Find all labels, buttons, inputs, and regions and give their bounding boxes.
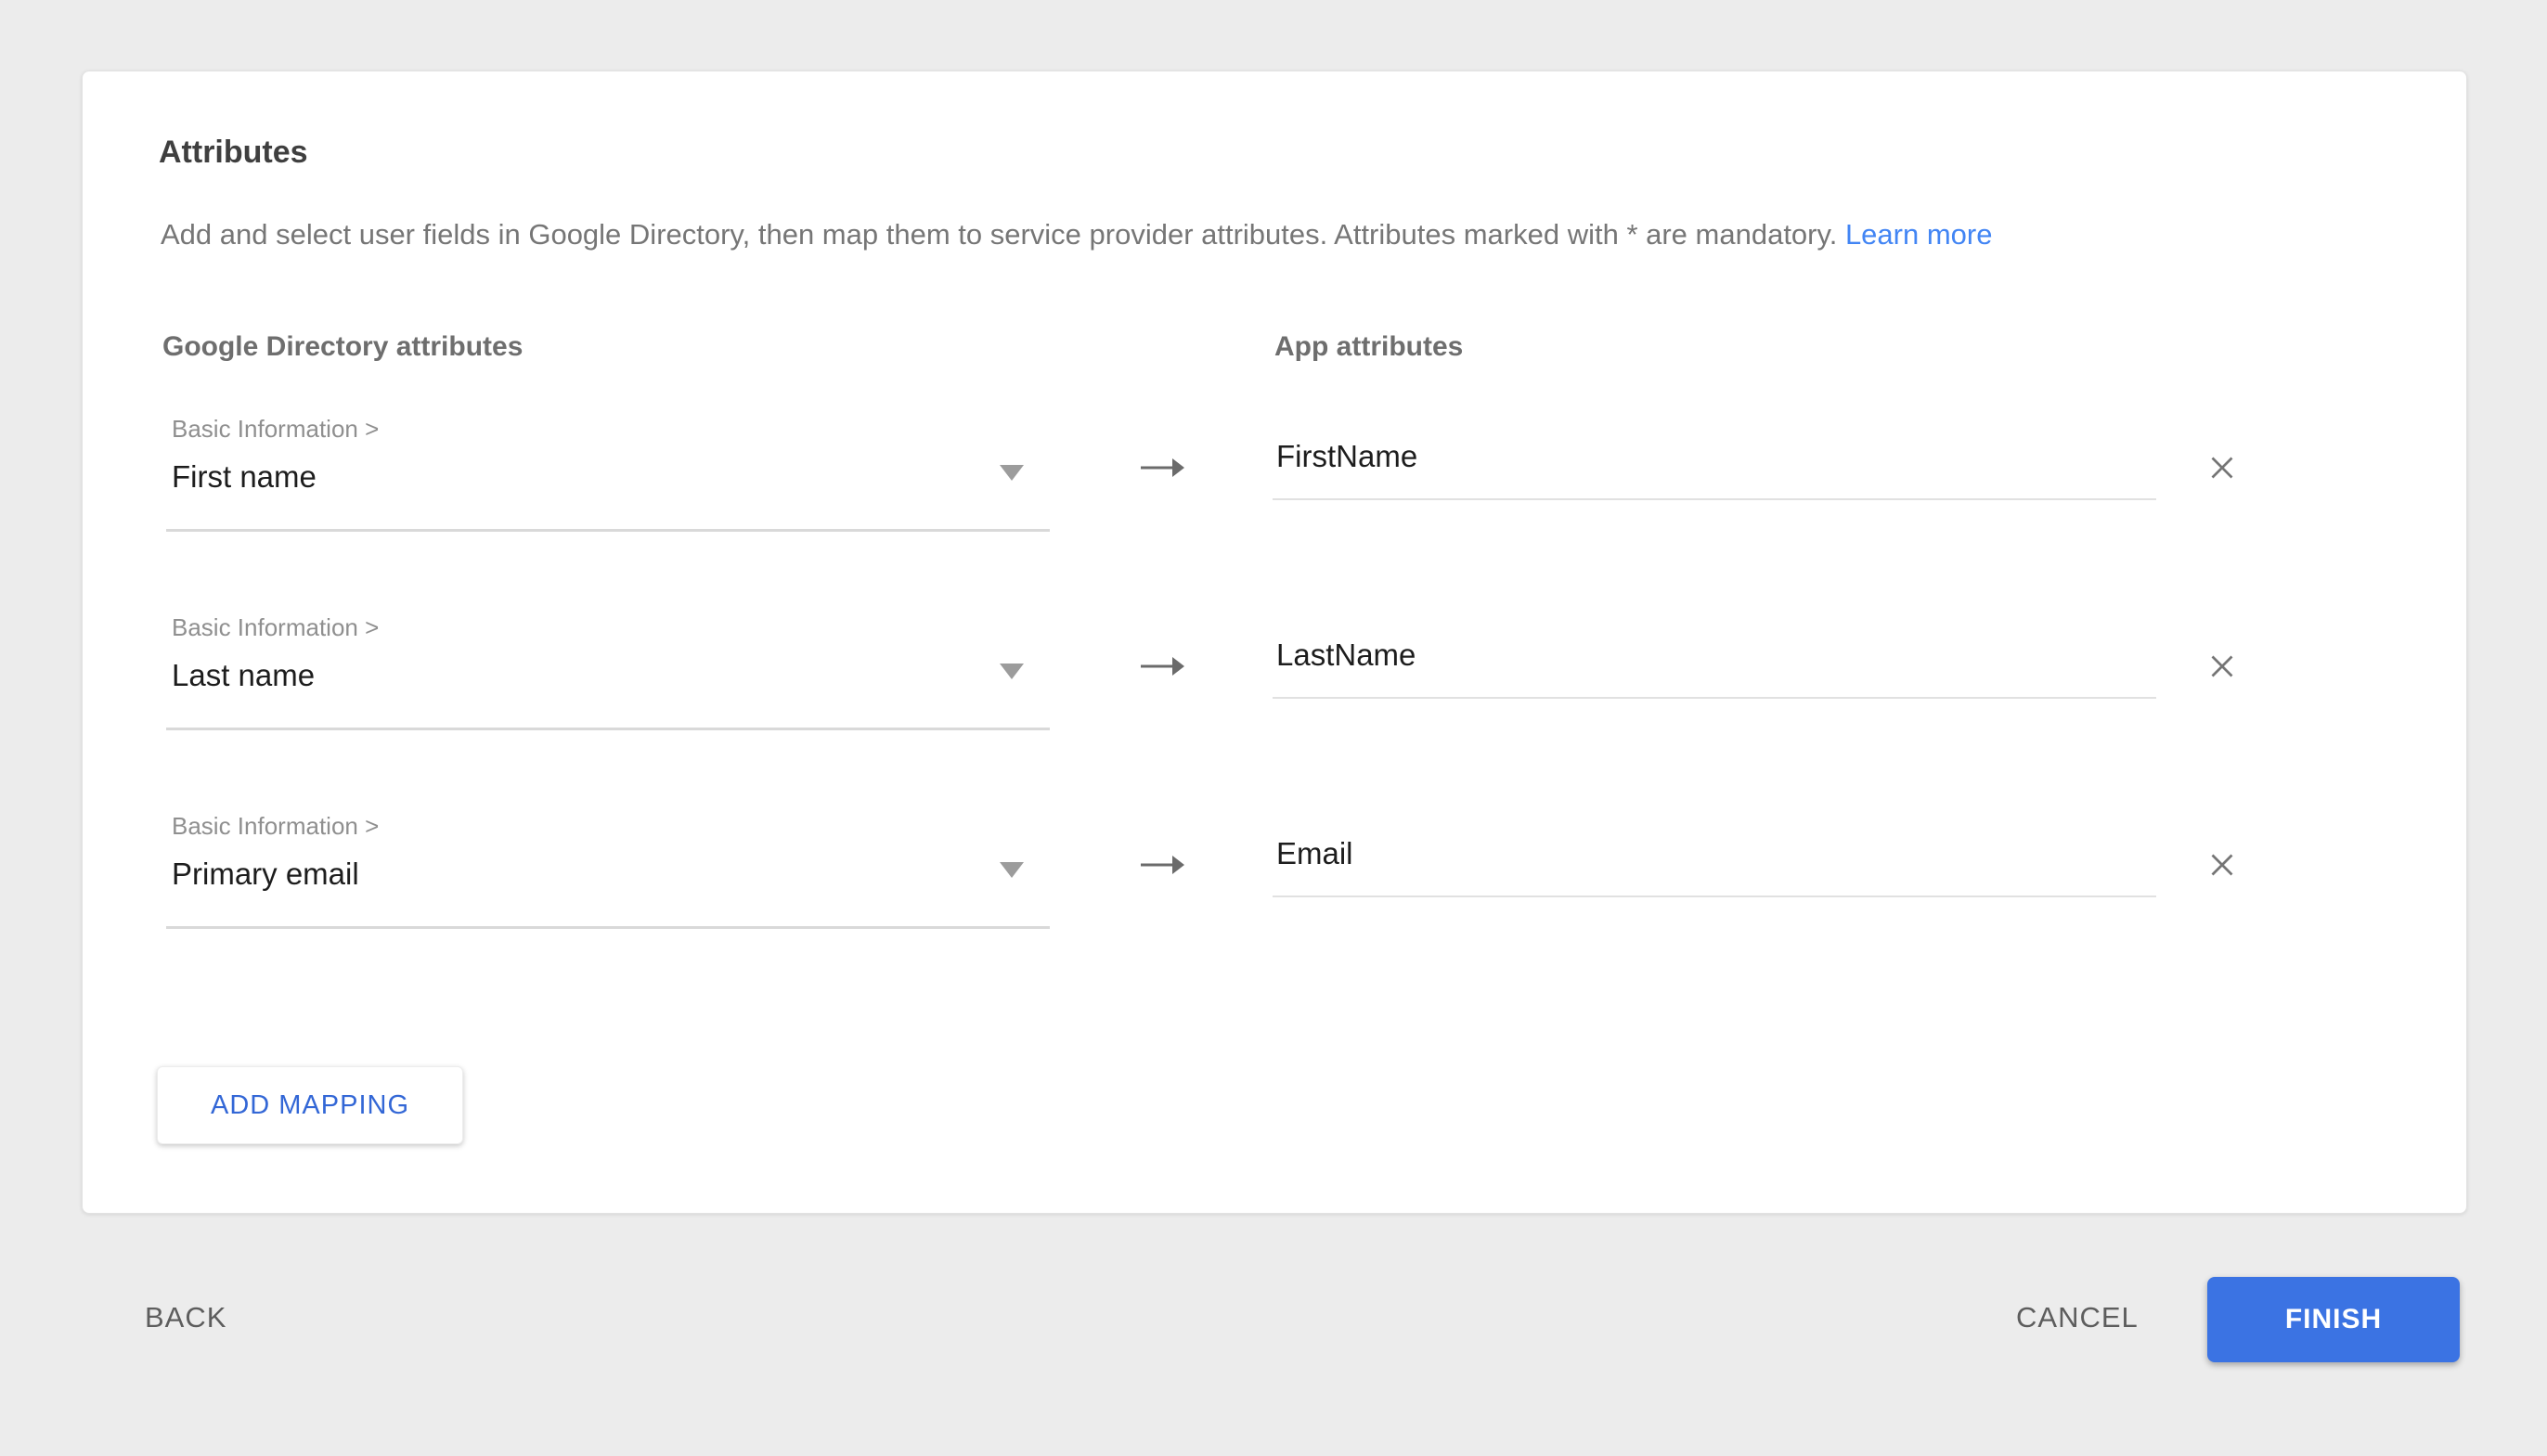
remove-mapping-button[interactable] (2196, 839, 2248, 891)
caret-down-icon (1000, 862, 1024, 878)
arrow-right-icon (1141, 455, 1185, 481)
cancel-button[interactable]: CANCEL (2007, 1292, 2148, 1344)
close-icon (2205, 848, 2239, 882)
add-mapping-button[interactable]: ADD MAPPING (157, 1066, 463, 1144)
finish-button[interactable]: FINISH (2207, 1277, 2460, 1362)
attributes-card: Attributes Add and select user fields in… (82, 71, 2467, 1214)
mapping-rows: Basic Information > First name Basic Inf… (83, 409, 2468, 1005)
caret-down-icon (1000, 664, 1024, 679)
app-attribute-input[interactable] (1273, 821, 2156, 897)
mapping-row: Basic Information > First name (83, 409, 2468, 608)
close-icon (2205, 451, 2239, 484)
learn-more-link[interactable]: Learn more (1845, 218, 1993, 251)
column-header-google-directory: Google Directory attributes (162, 331, 523, 363)
google-attribute-select[interactable]: Basic Information > Primary email (166, 806, 1050, 929)
caret-down-icon (1000, 465, 1024, 481)
arrow-right-icon (1141, 852, 1185, 878)
google-attribute-select[interactable]: Basic Information > First name (166, 409, 1050, 532)
attribute-category-label: Basic Information > (172, 812, 379, 841)
app-attribute-input[interactable] (1273, 623, 2156, 699)
mapping-row: Basic Information > Last name (83, 608, 2468, 806)
google-attribute-select[interactable]: Basic Information > Last name (166, 608, 1050, 730)
attribute-category-label: Basic Information > (172, 613, 379, 642)
google-attribute-value: Primary email (172, 857, 359, 892)
google-attribute-value: Last name (172, 658, 315, 693)
attribute-category-label: Basic Information > (172, 415, 379, 444)
google-attribute-value: First name (172, 459, 317, 495)
column-header-app: App attributes (1274, 331, 1463, 363)
page-description: Add and select user fields in Google Dir… (161, 218, 1992, 251)
arrow-right-icon (1141, 653, 1185, 679)
back-button[interactable]: BACK (136, 1292, 236, 1344)
close-icon (2205, 650, 2239, 683)
app-attribute-input[interactable] (1273, 424, 2156, 500)
mapping-row: Basic Information > Primary email (83, 806, 2468, 1005)
remove-mapping-button[interactable] (2196, 640, 2248, 692)
remove-mapping-button[interactable] (2196, 442, 2248, 494)
page-title: Attributes (159, 135, 308, 171)
page-description-text: Add and select user fields in Google Dir… (161, 218, 1837, 251)
